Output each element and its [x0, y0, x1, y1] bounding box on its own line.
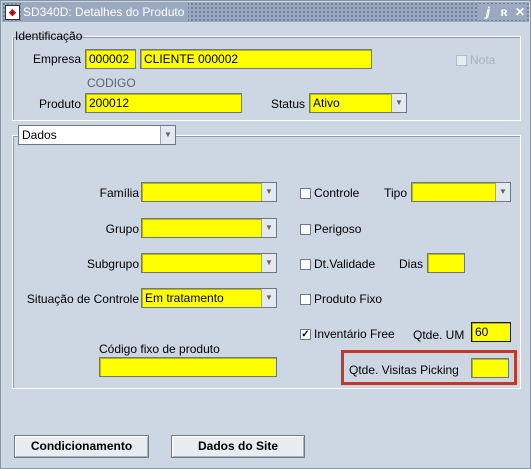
close-icon[interactable]: ✕	[513, 4, 527, 20]
inventario-free-checkbox[interactable]: ✓ Inventário Free	[300, 327, 395, 341]
perigoso-checkbox[interactable]: Perigoso	[300, 222, 361, 236]
dados-site-button[interactable]: Dados do Site	[171, 435, 305, 458]
produto-fixo-checkbox[interactable]: Produto Fixo	[300, 292, 382, 306]
subgrupo-label: Subgrupo	[86, 257, 139, 271]
status-label: Status	[270, 97, 305, 111]
qtde-visitas-field[interactable]	[471, 358, 509, 378]
nota-checkbox-box[interactable]	[456, 54, 467, 66]
section-select-value: Dados	[22, 128, 57, 142]
grupo-label: Grupo	[105, 222, 139, 236]
window-controls: ⅉ ʀ ✕	[477, 4, 527, 20]
dt-validade-label: Dt.Validade	[314, 257, 376, 271]
produto-field[interactable]: 200012	[85, 93, 242, 113]
perigoso-checkbox-box[interactable]	[300, 223, 311, 235]
familia-select[interactable]: ▼	[141, 182, 277, 202]
chevron-down-icon[interactable]: ▼	[160, 126, 175, 144]
nota-checkbox[interactable]: Nota	[456, 53, 495, 67]
empresa-label: Empresa	[32, 52, 81, 66]
perigoso-label: Perigoso	[314, 222, 362, 236]
controle-label: Controle	[314, 186, 360, 200]
produto-fixo-label: Produto Fixo	[314, 292, 383, 306]
controle-checkbox[interactable]: Controle	[300, 186, 359, 200]
situacao-value: Em tratamento	[145, 291, 224, 305]
dias-field[interactable]	[427, 253, 465, 273]
situacao-select[interactable]: Em tratamento ▼	[141, 288, 277, 308]
identificacao-legend: Identificação	[15, 29, 83, 43]
tipo-select[interactable]: ▼	[411, 182, 511, 202]
chevron-down-icon[interactable]: ▼	[261, 183, 276, 201]
condicionamento-button[interactable]: Condicionamento	[14, 435, 149, 458]
qtde-visitas-label: Qtde. Visitas Picking	[349, 363, 459, 377]
chevron-down-icon[interactable]: ▼	[391, 94, 406, 112]
dias-label: Dias	[399, 257, 424, 271]
subgrupo-select[interactable]: ▼	[141, 253, 277, 273]
dt-validade-checkbox-box[interactable]	[300, 258, 311, 270]
oracle-forms-icon: ◈	[5, 5, 20, 20]
title-bar[interactable]: ◈ SD340D: Detalhes do Produto ⅉ ʀ ✕	[2, 2, 529, 22]
chevron-down-icon[interactable]: ▼	[495, 183, 510, 201]
chevron-down-icon[interactable]: ▼	[261, 254, 276, 272]
section-select[interactable]: Dados ▼	[18, 125, 176, 145]
status-select[interactable]: Ativo ▼	[309, 93, 407, 113]
empresa-name-field[interactable]: CLIENTE 000002	[140, 49, 372, 69]
codigo-fixo-field[interactable]	[99, 357, 277, 377]
situacao-label: Situação de Controle	[26, 292, 139, 306]
minimize-icon[interactable]: ⅉ	[481, 4, 495, 20]
status-value: Ativo	[313, 96, 340, 110]
produto-fixo-checkbox-box[interactable]	[300, 293, 311, 305]
qtde-um-label: Qtde. UM	[413, 328, 465, 342]
codigo-label: CODIGO	[87, 76, 136, 90]
maximize-icon[interactable]: ʀ	[497, 4, 511, 20]
qtde-um-field[interactable]: 60	[471, 322, 511, 342]
empresa-code-field[interactable]: 000002	[85, 49, 136, 69]
inventario-free-label: Inventário Free	[314, 327, 395, 341]
tipo-label: Tipo	[384, 186, 407, 200]
window-title: SD340D: Detalhes do Produto	[21, 2, 189, 22]
nota-label: Nota	[470, 53, 496, 67]
checkmark-icon[interactable]: ✓	[300, 328, 311, 340]
controle-checkbox-box[interactable]	[300, 187, 311, 199]
dt-validade-checkbox[interactable]: Dt.Validade	[300, 257, 375, 271]
familia-label: Família	[99, 186, 139, 200]
codigo-fixo-label: Código fixo de produto	[99, 342, 220, 356]
product-details-window: ◈ SD340D: Detalhes do Produto ⅉ ʀ ✕ Iden…	[0, 0, 531, 469]
produto-label: Produto	[38, 97, 81, 111]
grupo-select[interactable]: ▼	[141, 218, 277, 238]
chevron-down-icon[interactable]: ▼	[261, 289, 276, 307]
chevron-down-icon[interactable]: ▼	[261, 219, 276, 237]
